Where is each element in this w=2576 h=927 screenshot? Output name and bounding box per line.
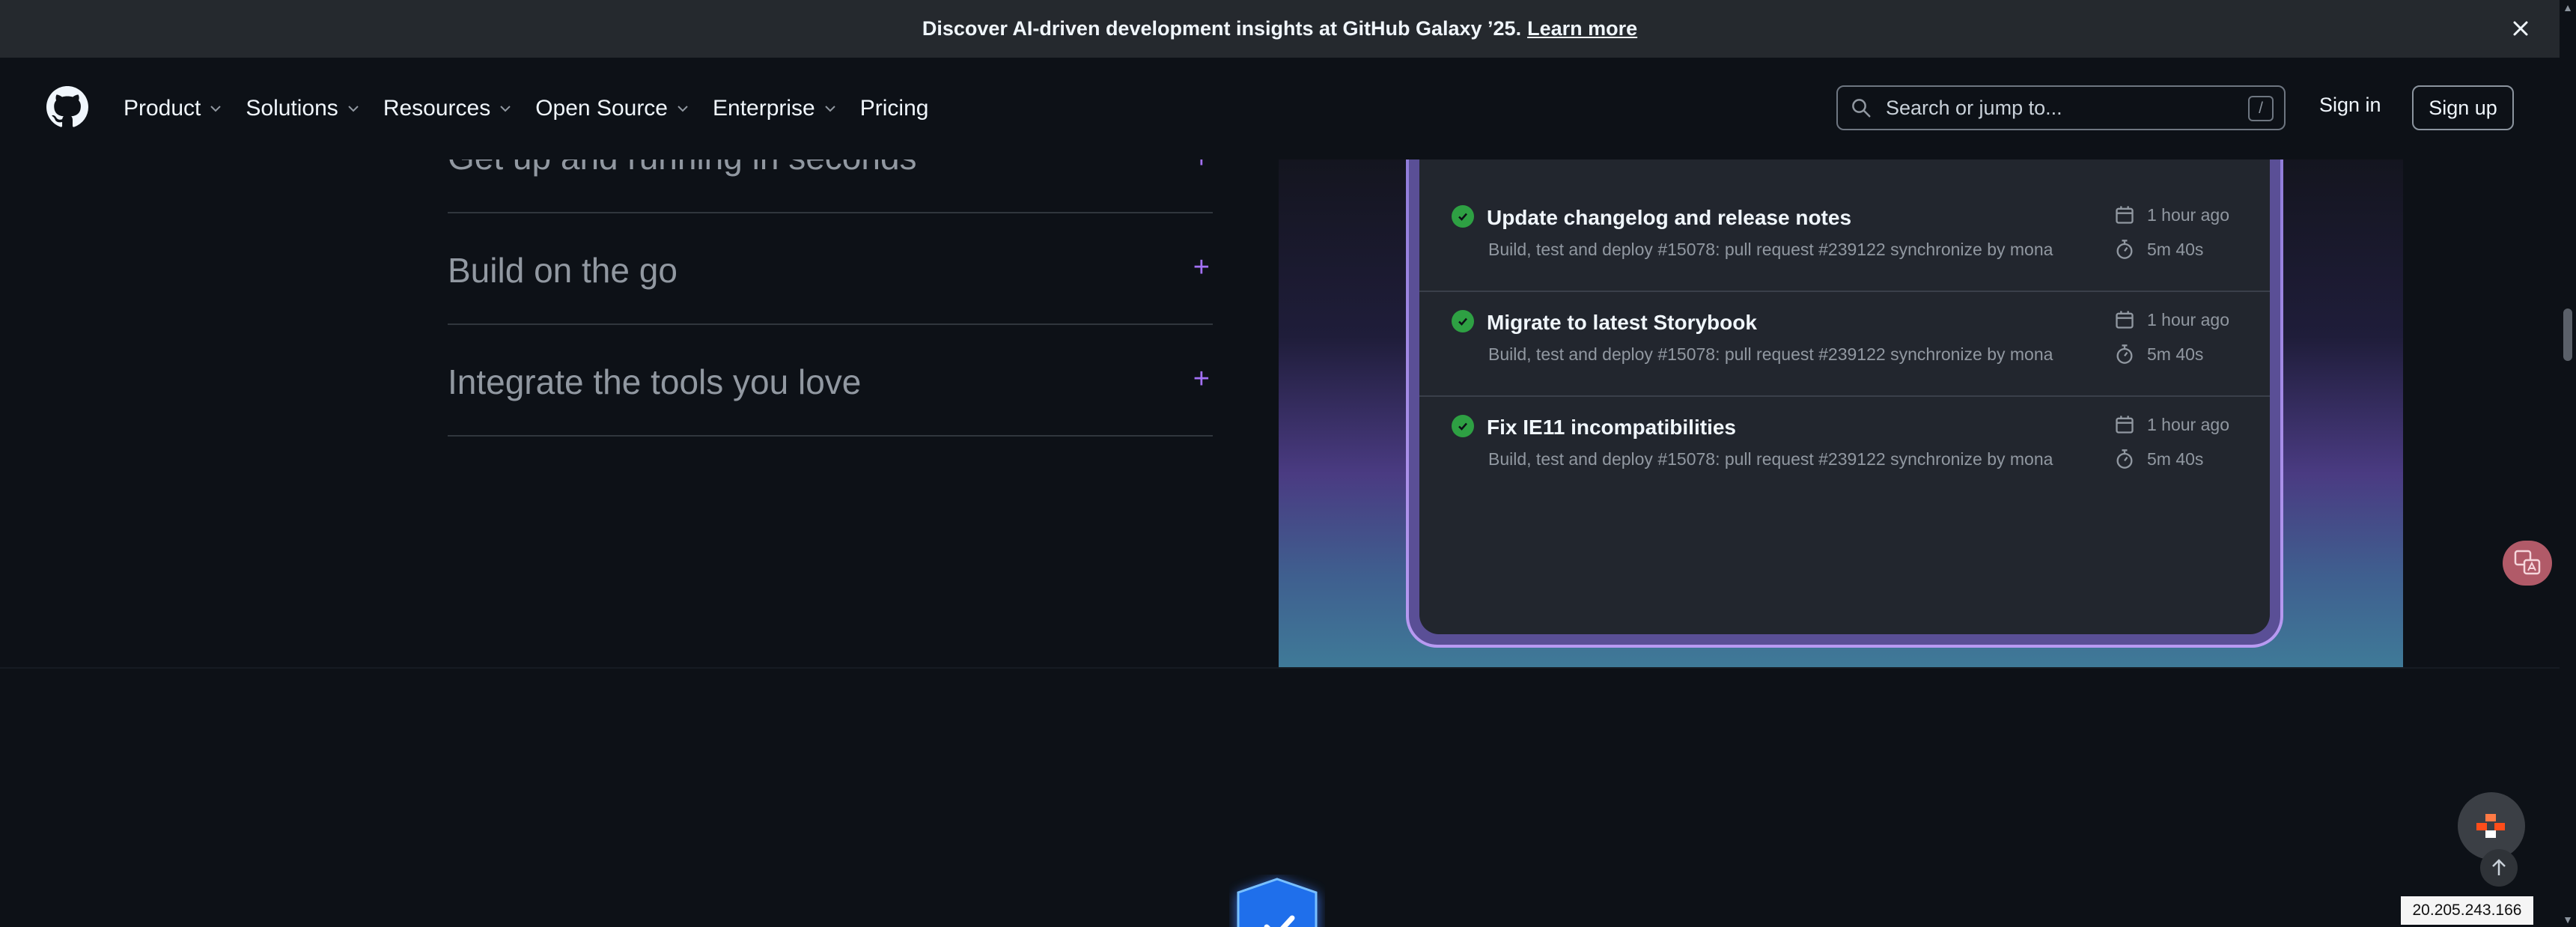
floating-app-button[interactable] [2458,792,2525,860]
page-scrollbar[interactable]: ▲ ▼ [2560,0,2576,927]
calendar-icon [2116,311,2134,329]
back-to-top-button[interactable] [2480,849,2518,887]
check-circle-icon [1452,310,1474,332]
nav-enterprise[interactable]: Enterprise [713,96,838,121]
calendar-icon [2116,206,2134,224]
chevron-down-icon [210,106,222,112]
stopwatch-icon [2116,449,2133,469]
workflow-run-subtitle: Build, test and deploy #15078: pull requ… [1488,449,2053,469]
stopwatch-icon [2116,344,2133,364]
translate-icon [2514,550,2541,575]
app-logo-icon [2476,814,2505,838]
banner-close-button[interactable] [2504,12,2537,45]
device-frame: Update changelog and release notes Build… [1406,159,2283,648]
plus-icon[interactable]: + [1193,363,1210,395]
stopwatch-icon [2116,240,2133,259]
workflow-run-title: Fix IE11 incompatibilities [1487,416,1736,439]
scrollbar-thumb[interactable] [2563,309,2572,361]
ip-address-label: 20.205.243.166 [2401,896,2533,925]
site-header: Product Solutions Resources Open Source … [0,58,2560,159]
chevron-down-icon [825,106,835,112]
banner-learn-more-link[interactable]: Learn more [1527,17,1637,40]
workflow-run-subtitle: Build, test and deploy #15078: pull requ… [1488,240,2053,259]
nav-open-source-label: Open Source [535,96,668,121]
chevron-down-icon [678,106,688,112]
search-icon [1852,99,1871,118]
chevron-down-icon [500,106,511,112]
nav-pricing-label: Pricing [859,96,929,121]
nav-product[interactable]: Product [124,96,223,121]
workflow-run-time: 1 hour ago [2147,205,2229,225]
workflow-run-title: Migrate to latest Storybook [1487,311,1757,334]
workflow-run-duration: 5m 40s [2147,344,2204,364]
announcement-banner: Discover AI-driven development insights … [0,0,2560,58]
nav-open-source[interactable]: Open Source [535,96,690,121]
check-circle-icon [1452,415,1474,437]
workflow-run-row[interactable]: Migrate to latest Storybook Build, test … [1419,293,2270,397]
chevron-down-icon [348,106,359,112]
section-divider [0,667,2560,669]
scroll-down-arrow-icon[interactable]: ▼ [2563,914,2573,926]
scroll-up-arrow-icon[interactable]: ▲ [2563,1,2573,13]
workflow-run-time: 1 hour ago [2147,310,2229,329]
nav-product-label: Product [124,96,201,121]
x-icon [2513,21,2528,36]
main-nav: Product Solutions Resources Open Source … [124,91,951,127]
shield-check-icon [1237,878,1318,927]
arrow-up-icon [2492,859,2506,875]
nav-resources-label: Resources [383,96,491,121]
sign-up-button[interactable]: Sign up [2412,85,2514,130]
workflow-runs-list: Update changelog and release notes Build… [1419,159,2270,634]
accordion-item-title: Integrate the tools you love [448,362,862,401]
workflow-run-subtitle: Build, test and deploy #15078: pull requ… [1488,344,2053,364]
workflow-run-title: Update changelog and release notes [1487,206,1852,229]
workflow-run-duration: 5m 40s [2147,449,2204,469]
nav-enterprise-label: Enterprise [713,96,815,121]
sign-in-link[interactable]: Sign in [2319,94,2381,117]
workflow-run-row[interactable]: Update changelog and release notes Build… [1419,188,2270,292]
accordion-item[interactable]: Integrate the tools you love + [448,326,1213,437]
workflow-run-duration: 5m 40s [2147,240,2204,259]
plus-icon[interactable]: + [1193,252,1210,284]
search-shortcut-key: / [2248,96,2274,121]
accordion-item[interactable]: Build on the go + [448,214,1213,325]
search-placeholder: Search or jump to... [1886,96,2062,119]
search-input[interactable]: Search or jump to... / [1836,85,2286,130]
translate-widget-button[interactable] [2503,541,2552,586]
accordion-item-title: Build on the go [448,251,678,290]
nav-solutions[interactable]: Solutions [246,96,360,121]
check-circle-icon [1452,205,1474,228]
calendar-icon [2116,416,2134,434]
workflow-run-time: 1 hour ago [2147,415,2229,434]
nav-resources[interactable]: Resources [383,96,513,121]
github-logo-icon[interactable] [46,86,88,128]
nav-pricing[interactable]: Pricing [860,96,929,121]
workflow-run-row[interactable]: Fix IE11 incompatibilities Build, test a… [1419,398,2270,502]
nav-solutions-label: Solutions [246,96,338,121]
actions-preview-panel: Update changelog and release notes Build… [1279,159,2403,667]
